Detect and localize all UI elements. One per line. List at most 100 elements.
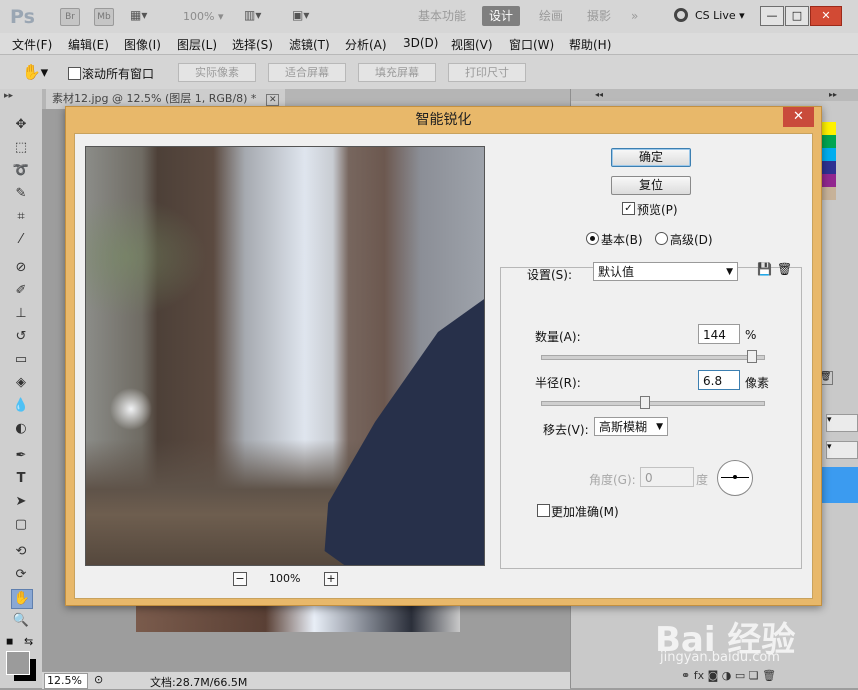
workspace-photography[interactable]: 摄影	[580, 6, 618, 26]
ok-button[interactable]: 确定	[611, 148, 691, 167]
history-brush-tool-icon[interactable]: ↺	[11, 328, 31, 346]
dialog-close-button[interactable]: ✕	[783, 107, 814, 127]
maximize-button[interactable]: □	[785, 6, 809, 26]
minimize-button[interactable]: —	[760, 6, 784, 26]
default-colors-icon[interactable]: ◼	[6, 637, 13, 647]
scroll-all-windows-checkbox[interactable]	[68, 67, 81, 80]
print-size-button[interactable]: 打印尺寸	[448, 63, 526, 82]
crop-tool-icon[interactable]: ⌗	[11, 208, 31, 226]
path-selection-tool-icon[interactable]: ➤	[11, 493, 31, 511]
angle-input[interactable]: 0	[640, 467, 694, 487]
fit-screen-button[interactable]: 适合屏幕	[268, 63, 346, 82]
more-workspaces-button[interactable]: »	[624, 6, 645, 26]
lasso-tool-icon[interactable]: ➰	[11, 162, 31, 180]
reset-button[interactable]: 复位	[611, 176, 691, 195]
paint-bucket-tool-icon[interactable]: ◈	[11, 374, 31, 392]
dodge-tool-icon[interactable]: ◐	[11, 420, 31, 438]
amount-slider-thumb[interactable]	[747, 350, 758, 363]
menu-edit[interactable]: 编辑(E)	[68, 36, 109, 53]
zoom-tool-icon[interactable]: 🔍	[11, 612, 31, 630]
basic-mode-radio[interactable]	[586, 232, 599, 245]
settings-select[interactable]: 默认值 ▼	[593, 262, 738, 281]
swatch-cyan[interactable]	[822, 148, 836, 161]
amount-input[interactable]: 144	[698, 324, 740, 344]
screen-mode-dropdown[interactable]: ▣▾	[292, 8, 309, 22]
status-menu-icon[interactable]: ⊙	[94, 673, 103, 686]
cs-live-menu[interactable]: CS Live ▾	[695, 9, 745, 22]
more-accurate-checkbox[interactable]	[537, 504, 550, 517]
radius-slider-thumb[interactable]	[639, 396, 650, 409]
pen-tool-icon[interactable]: ✒	[11, 447, 31, 465]
swatch-purple[interactable]	[822, 174, 836, 187]
workspace-design[interactable]: 设计	[482, 6, 521, 26]
dialog-body: − 100% + 确定 复位 ✓ 预览(P) 基本(B) 高级(D) 设置(S)…	[74, 133, 813, 599]
save-settings-icon[interactable]: 💾	[757, 262, 772, 276]
close-app-button[interactable]: ✕	[810, 6, 842, 26]
collapse-toolbar-icon[interactable]: ▸▸	[4, 91, 13, 101]
menu-3d[interactable]: 3D(D)	[403, 36, 438, 50]
shape-tool-icon[interactable]: ▢	[11, 516, 31, 534]
swap-colors-icon[interactable]: ⇆	[24, 635, 33, 648]
blur-tool-icon[interactable]: 💧	[11, 397, 31, 415]
preview-checkbox[interactable]: ✓	[622, 202, 635, 215]
menu-view[interactable]: 视图(V)	[451, 36, 493, 53]
expand-panels-icon[interactable]: ▸▸	[829, 90, 837, 99]
brush-tool-icon[interactable]: ✐	[11, 282, 31, 300]
move-tool-icon[interactable]: ✥	[11, 116, 31, 134]
radius-input[interactable]: 6.8	[698, 370, 740, 390]
photoshop-logo: Ps	[10, 6, 35, 28]
hand-tool-icon[interactable]: ✋	[11, 589, 33, 609]
marquee-tool-icon[interactable]: ⬚	[11, 139, 31, 157]
quick-selection-tool-icon[interactable]: ✎	[11, 185, 31, 203]
type-tool-icon[interactable]: T	[11, 470, 31, 488]
bridge-button[interactable]: Br	[60, 8, 80, 26]
advanced-mode-radio[interactable]	[655, 232, 668, 245]
collapse-panels-icon[interactable]: ◂◂	[595, 90, 603, 99]
status-zoom-field[interactable]: 12.5%	[44, 673, 88, 689]
arrange-documents-dropdown[interactable]: ▥▾	[244, 8, 261, 22]
menu-image[interactable]: 图像(I)	[124, 36, 161, 53]
3d-rotate-tool-icon[interactable]: ⟲	[11, 543, 31, 561]
remove-select[interactable]: 高斯模糊 ▼	[594, 417, 668, 436]
menu-file[interactable]: 文件(F)	[12, 36, 52, 53]
radius-slider[interactable]	[541, 401, 765, 406]
workspace-essentials[interactable]: 基本功能	[411, 6, 473, 26]
fill-screen-button[interactable]: 填充屏幕	[358, 63, 436, 82]
actual-pixels-button[interactable]: 实际像素	[178, 63, 256, 82]
foreground-color-swatch[interactable]	[6, 651, 30, 675]
swatch-yellow[interactable]	[822, 122, 836, 135]
close-document-icon[interactable]: ✕	[265, 94, 280, 106]
smart-sharpen-dialog: 智能锐化 ✕ − 100% + 确定 复位 ✓ 预览(P) 基本(B) 高级(D…	[65, 106, 822, 606]
zoom-level-dropdown[interactable]: 100% ▾	[183, 10, 223, 23]
3d-orbit-tool-icon[interactable]: ⟳	[11, 566, 31, 584]
menu-analysis[interactable]: 分析(A)	[345, 36, 387, 53]
hand-tool-preset-icon[interactable]: ✋▾	[22, 63, 48, 81]
angle-dial[interactable]	[717, 460, 753, 496]
healing-brush-tool-icon[interactable]: ⊘	[11, 259, 31, 277]
menu-help[interactable]: 帮助(H)	[569, 36, 611, 53]
zoom-in-button[interactable]: +	[324, 572, 338, 586]
eyedropper-tool-icon[interactable]: ⁄	[11, 231, 31, 249]
workspace-painting[interactable]: 绘画	[532, 6, 570, 26]
menu-bar: 文件(F) 编辑(E) 图像(I) 图层(L) 选择(S) 滤镜(T) 分析(A…	[0, 33, 858, 55]
layer-panel-footer-icons[interactable]: ⚭ fx ◙ ◑ ▭ ❏ 🗑	[681, 669, 776, 682]
clone-stamp-tool-icon[interactable]: ⊥	[11, 305, 31, 323]
panel-dropdown-b[interactable]: ▾	[826, 441, 858, 459]
swatch-green[interactable]	[822, 135, 836, 148]
selected-layer-row[interactable]	[821, 467, 858, 503]
delete-settings-icon[interactable]: 🗑	[777, 262, 792, 276]
amount-slider[interactable]	[541, 355, 765, 360]
preview-image[interactable]	[85, 146, 485, 566]
zoom-out-button[interactable]: −	[233, 572, 247, 586]
panel-dropdown-a[interactable]: ▾	[826, 414, 858, 432]
eraser-tool-icon[interactable]: ▭	[11, 351, 31, 369]
view-extras-dropdown[interactable]: ▦▾	[130, 8, 158, 24]
swatch-blue[interactable]	[822, 161, 836, 174]
menu-select[interactable]: 选择(S)	[232, 36, 273, 53]
menu-filter[interactable]: 滤镜(T)	[289, 36, 330, 53]
menu-layer[interactable]: 图层(L)	[177, 36, 217, 53]
settings-select-value: 默认值	[598, 265, 635, 279]
mini-bridge-button[interactable]: Mb	[94, 8, 114, 26]
menu-window[interactable]: 窗口(W)	[509, 36, 554, 53]
swatch-tan[interactable]	[822, 187, 836, 200]
